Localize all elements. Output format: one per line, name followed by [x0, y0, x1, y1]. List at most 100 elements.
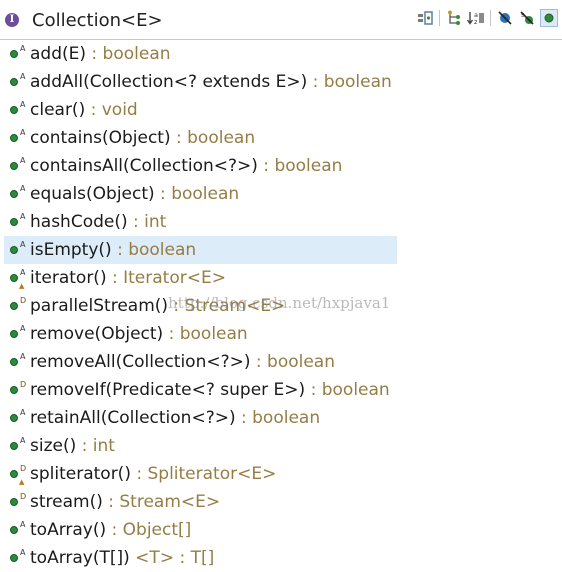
method-return-type: : Stream<E> — [168, 296, 286, 316]
outline-title: Collection<E> — [32, 10, 163, 31]
method-row[interactable]: D ▲ spliterator() : Spliterator<E> — [0, 460, 562, 488]
interface-icon: I — [5, 13, 19, 27]
default-modifier-icon: D — [20, 380, 27, 389]
method-row[interactable]: Dstream() : Stream<E> — [0, 488, 562, 516]
method-return-type: : boolean — [257, 156, 343, 176]
public-method-icon — [10, 386, 18, 394]
public-method-icon — [10, 78, 18, 86]
hide-fields-icon[interactable] — [496, 9, 514, 27]
method-return-type: : boolean — [250, 352, 336, 372]
public-members-icon[interactable] — [540, 9, 558, 27]
method-signature: equals(Object) : boolean — [30, 183, 239, 205]
method-signature: remove(Object) : boolean — [30, 323, 248, 345]
method-row[interactable]: DparallelStream() : Stream<E> — [0, 292, 562, 320]
public-method-icon — [10, 470, 18, 478]
method-row[interactable]: Aremove(Object) : boolean — [0, 320, 562, 348]
public-method-icon — [10, 274, 18, 282]
abstract-modifier-icon: A — [20, 240, 26, 249]
method-row[interactable]: AtoArray() : Object[] — [0, 516, 562, 544]
public-method-icon — [10, 106, 18, 114]
method-row[interactable]: A ▲ iterator() : Iterator<E> — [0, 264, 562, 292]
abstract-modifier-icon: A — [20, 212, 26, 221]
method-signature: removeIf(Predicate<? super E>) : boolean — [30, 379, 390, 401]
method-name: equals(Object) — [30, 184, 155, 204]
method-row[interactable]: AisEmpty() : boolean — [0, 236, 562, 264]
method-row[interactable]: Aadd(E) : boolean — [0, 40, 562, 68]
abstract-modifier-icon: A — [20, 520, 26, 529]
public-method-icon — [10, 50, 18, 58]
method-return-type: : void — [85, 100, 138, 120]
method-signature: isEmpty() : boolean — [30, 239, 196, 261]
abstract-modifier-icon: A — [20, 128, 26, 137]
public-method-icon — [10, 330, 18, 338]
method-row[interactable]: AcontainsAll(Collection<?>) : boolean — [0, 152, 562, 180]
method-signature: stream() : Stream<E> — [30, 491, 220, 513]
outline-header: I Collection<E> a z s — [0, 0, 562, 40]
method-signature: add(E) : boolean — [30, 43, 171, 65]
method-signature: clear() : void — [30, 99, 138, 121]
method-return-type: : boolean — [305, 380, 390, 400]
public-method-icon — [10, 442, 18, 450]
method-return-type: : boolean — [86, 44, 171, 64]
method-signature: iterator() : Iterator<E> — [30, 267, 226, 289]
method-name: add(E) — [30, 44, 87, 64]
method-list: Aadd(E) : boolean AaddAll(Collection<? ex… — [0, 40, 562, 572]
method-name: remove(Object) — [30, 324, 164, 344]
default-modifier-icon: D — [20, 296, 27, 305]
public-method-icon — [10, 498, 18, 506]
default-modifier-icon: D — [20, 492, 27, 501]
svg-text:z: z — [474, 18, 478, 26]
method-name: iterator() — [30, 268, 107, 288]
method-name: spliterator() — [30, 464, 131, 484]
method-return-type: : boolean — [163, 324, 248, 344]
method-signature: addAll(Collection<? extends E>) : boolea… — [30, 71, 392, 93]
method-signature: size() : int — [30, 435, 115, 457]
method-name: parallelStream() — [30, 296, 169, 316]
method-signature: contains(Object) : boolean — [30, 127, 255, 149]
abstract-modifier-icon: A — [20, 352, 26, 361]
method-row[interactable]: Asize() : int — [0, 432, 562, 460]
method-signature: parallelStream() : Stream<E> — [30, 295, 285, 317]
method-return-type: : boolean — [235, 408, 321, 428]
method-name: hashCode() — [30, 212, 128, 232]
method-name: containsAll(Collection<?>) — [30, 156, 258, 176]
hide-static-icon[interactable]: s — [518, 9, 536, 27]
method-signature: hashCode() : int — [30, 211, 166, 233]
method-row[interactable]: AretainAll(Collection<?>) : boolean — [0, 404, 562, 432]
method-return-type: : Iterator<E> — [106, 268, 226, 288]
method-row[interactable]: AremoveAll(Collection<?>) : boolean — [0, 348, 562, 376]
method-return-type: : Spliterator<E> — [130, 464, 277, 484]
abstract-modifier-icon: A — [20, 436, 26, 445]
override-icon: ▲ — [19, 282, 25, 290]
method-return-type: : boolean — [170, 128, 256, 148]
abstract-modifier-icon: A — [20, 268, 26, 277]
method-name: isEmpty() — [30, 240, 112, 260]
method-return-type: : int — [127, 212, 167, 232]
method-name: contains(Object) — [30, 128, 171, 148]
method-row[interactable]: AaddAll(Collection<? extends E>) : boole… — [0, 68, 562, 96]
outline-toolbar: a z s — [416, 9, 558, 27]
method-name: size() — [30, 436, 77, 456]
fields-icon[interactable] — [416, 9, 434, 27]
method-return-type: : int — [76, 436, 115, 456]
method-row[interactable]: Aclear() : void — [0, 96, 562, 124]
sort-icon[interactable]: a z — [467, 9, 485, 27]
method-row[interactable]: AtoArray(T[]) <T> : T[] — [0, 544, 562, 572]
method-name: removeAll(Collection<?>) — [30, 352, 251, 372]
hierarchy-icon[interactable] — [445, 9, 463, 27]
default-modifier-icon: D — [20, 464, 27, 473]
method-row[interactable]: Aequals(Object) : boolean — [0, 180, 562, 208]
public-method-icon — [10, 162, 18, 170]
method-name: clear() — [30, 100, 86, 120]
abstract-modifier-icon: A — [20, 156, 26, 165]
abstract-modifier-icon: A — [20, 72, 26, 81]
method-name: stream() — [30, 492, 103, 512]
method-return-type: : boolean — [307, 72, 392, 92]
abstract-modifier-icon: A — [20, 100, 26, 109]
method-return-type: : boolean — [154, 184, 240, 204]
method-row[interactable]: DremoveIf(Predicate<? super E>) : boolea… — [0, 376, 562, 404]
method-signature: toArray(T[]) <T> : T[] — [30, 547, 214, 569]
method-return-type: : Object[] — [106, 520, 192, 540]
method-row[interactable]: AhashCode() : int — [0, 208, 562, 236]
method-row[interactable]: Acontains(Object) : boolean — [0, 124, 562, 152]
